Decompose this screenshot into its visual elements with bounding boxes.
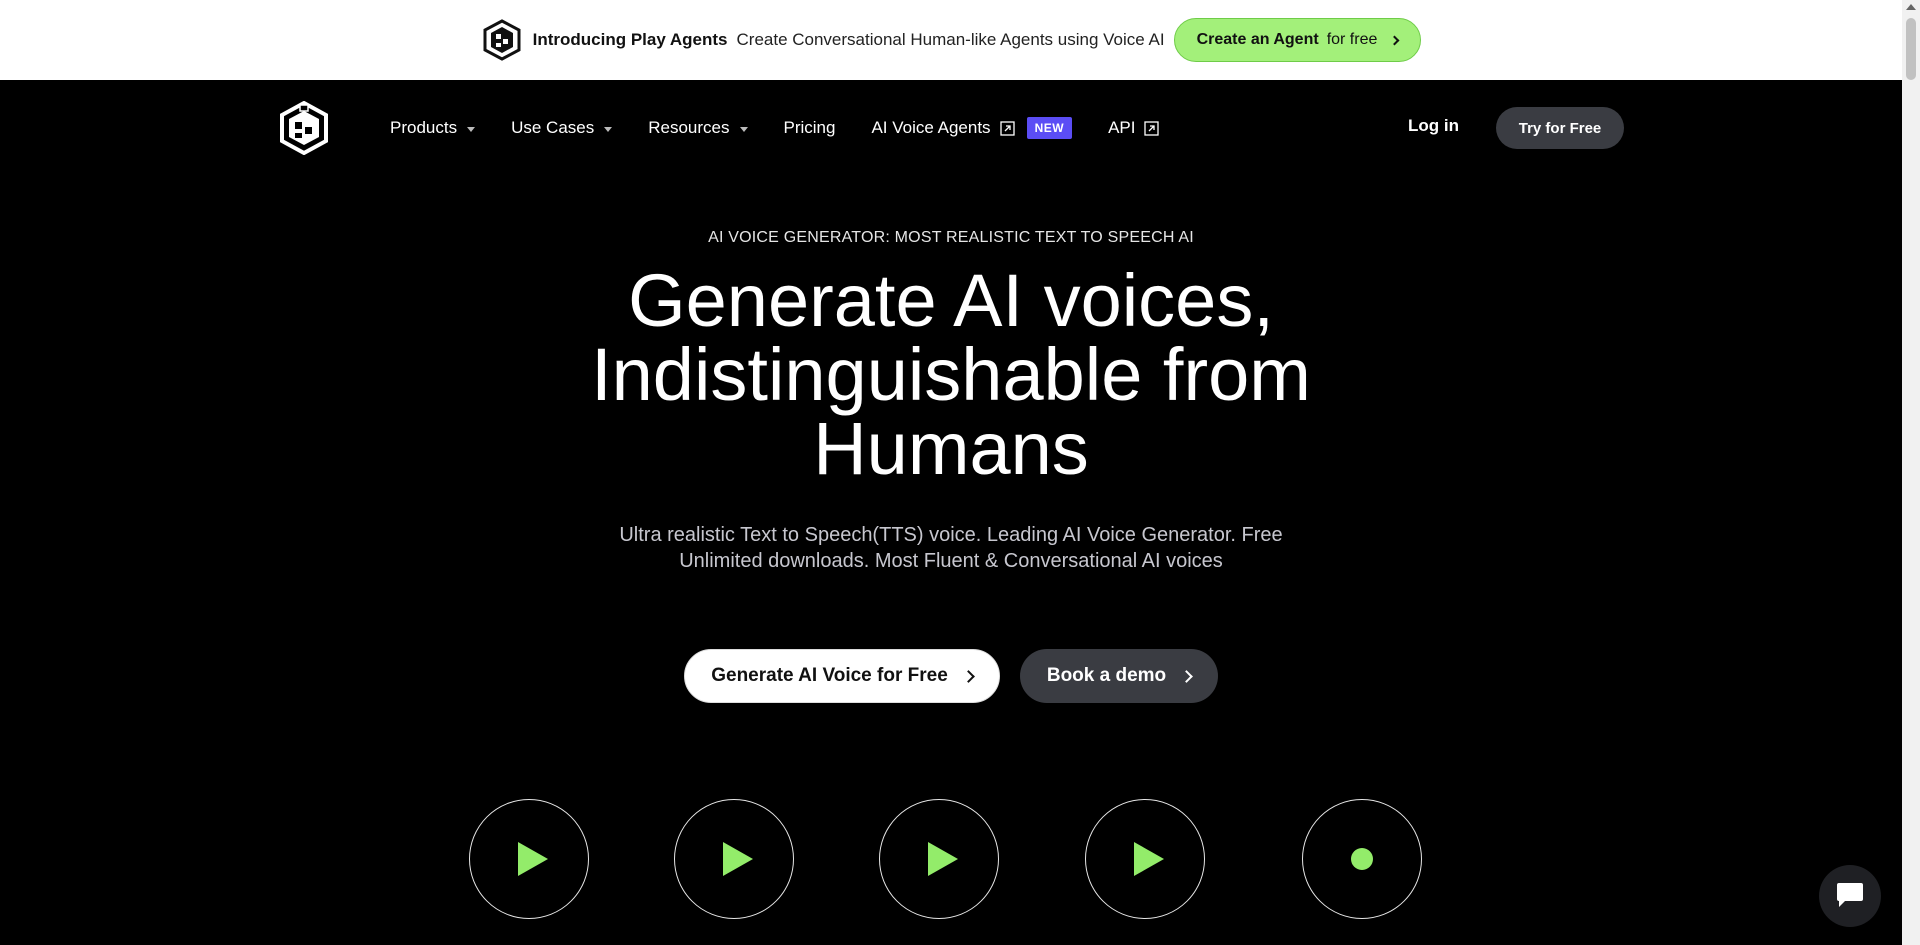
- hero-subtext: Ultra realistic Text to Speech(TTS) voic…: [0, 522, 1902, 574]
- nav-api-label: API: [1108, 118, 1136, 137]
- login-link[interactable]: Log in: [1408, 116, 1459, 136]
- subtext-line-1: Ultra realistic Text to Speech(TTS) voic…: [619, 524, 1283, 546]
- nav-resources[interactable]: Resources: [648, 118, 748, 138]
- announcement-bar: Introducing Play Agents Create Conversat…: [0, 0, 1902, 80]
- nav-pricing[interactable]: Pricing: [784, 118, 836, 138]
- headline-line-3: Humans: [813, 407, 1089, 490]
- nav-use-cases-label: Use Cases: [511, 118, 595, 137]
- create-agent-free-label: for free: [1326, 31, 1378, 48]
- voice-play-button[interactable]: [469, 799, 589, 919]
- play-icon: [928, 842, 958, 876]
- main-nav: Products Use Cases Resources Pricing AI …: [0, 80, 1902, 176]
- hero-headline: Generate AI voices, Indistinguishable fr…: [0, 264, 1902, 486]
- caret-down-icon: [739, 126, 748, 132]
- create-agent-button[interactable]: Create an Agent for free: [1173, 18, 1422, 62]
- nav-use-cases[interactable]: Use Cases: [511, 118, 613, 138]
- nav-resources-label: Resources: [648, 118, 730, 137]
- try-for-free-button[interactable]: Try for Free: [1496, 107, 1624, 149]
- external-link-icon: [1144, 120, 1160, 136]
- nav-ai-voice-agents-label: AI Voice Agents: [871, 118, 991, 137]
- chat-bubble-icon: [1837, 883, 1863, 907]
- play-ht-logo-icon[interactable]: [278, 101, 330, 155]
- caret-down-icon: [467, 126, 476, 132]
- caret-down-icon: [604, 126, 613, 132]
- announcement-title: Introducing Play Agents: [532, 30, 728, 49]
- external-link-icon: [999, 120, 1015, 136]
- play-icon: [1134, 842, 1164, 876]
- voice-play-button[interactable]: [879, 799, 999, 919]
- nav-ai-voice-agents[interactable]: AI Voice Agents NEW: [871, 117, 1073, 139]
- nav-api[interactable]: API: [1108, 118, 1160, 138]
- page-scrollbar[interactable]: [1902, 0, 1920, 945]
- play-icon: [518, 842, 548, 876]
- generate-ai-voice-label: Generate AI Voice for Free: [711, 665, 948, 686]
- announcement-text: Create Conversational Human-like Agents …: [736, 30, 1165, 49]
- record-dot-icon: [1351, 848, 1373, 870]
- create-agent-label: Create an Agent: [1196, 31, 1319, 48]
- voice-record-button[interactable]: [1302, 799, 1422, 919]
- book-demo-button[interactable]: Book a demo: [1020, 649, 1218, 703]
- subtext-line-2: Unlimited downloads. Most Fluent & Conve…: [679, 550, 1223, 572]
- chat-widget-button[interactable]: [1819, 865, 1881, 927]
- new-badge: NEW: [1026, 117, 1073, 139]
- hero-eyebrow: AI VOICE GENERATOR: MOST REALISTIC TEXT …: [708, 229, 1194, 246]
- chevron-right-icon: [1389, 35, 1400, 45]
- voice-play-button[interactable]: [1085, 799, 1205, 919]
- scroll-thumb[interactable]: [1906, 18, 1916, 80]
- nav-products-label: Products: [390, 118, 458, 137]
- chevron-right-icon: [961, 669, 975, 683]
- scroll-up-arrow-icon[interactable]: [1906, 4, 1916, 10]
- play-agents-logo-icon: [483, 19, 521, 61]
- voice-play-button[interactable]: [674, 799, 794, 919]
- generate-ai-voice-button[interactable]: Generate AI Voice for Free: [684, 649, 1000, 703]
- headline-line-2: Indistinguishable from: [591, 333, 1311, 416]
- chevron-right-icon: [1180, 669, 1194, 683]
- book-demo-label: Book a demo: [1046, 665, 1167, 686]
- nav-pricing-label: Pricing: [783, 118, 836, 137]
- nav-products[interactable]: Products: [390, 118, 476, 138]
- play-icon: [723, 842, 753, 876]
- headline-line-1: Generate AI voices,: [628, 259, 1274, 342]
